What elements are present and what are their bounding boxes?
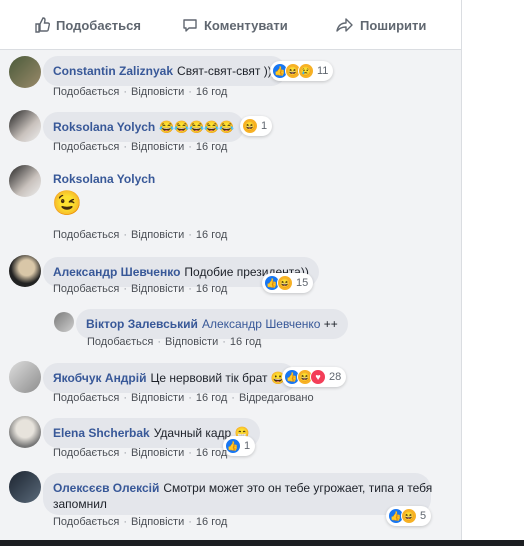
sad-reaction-icon: 😢 (298, 63, 314, 79)
comment-author[interactable]: Roksolana Yolych (53, 172, 155, 186)
reaction-count: 28 (329, 371, 342, 383)
comment-time[interactable]: 16 год (196, 141, 227, 153)
comment-time[interactable]: 16 год (196, 229, 227, 241)
comment-edited-link[interactable]: Відредаговано (239, 392, 314, 404)
reaction-summary[interactable]: 👍 1 (223, 436, 256, 456)
comment-text-line1: Смотри может это он тебе угрожает, типа … (163, 481, 433, 495)
avatar[interactable] (9, 416, 41, 448)
haha-reaction-icon: 😆 (242, 118, 258, 134)
comment-time[interactable]: 16 год (196, 447, 227, 459)
like-reaction-icon: 👍 (225, 438, 241, 454)
comment-bubble: Constantin Zaliznyak Свят-свят-свят ))) (43, 56, 286, 86)
comment-bubble: Roksolana Yolych 😂😂😂😂😂 (43, 112, 244, 142)
comment-like-link[interactable]: Подобається (53, 516, 119, 528)
comment-author[interactable]: Александр Шевченко (53, 265, 180, 279)
thumbs-up-icon (35, 17, 50, 33)
reaction-summary[interactable]: 👍 😆 ♥ 28 (282, 367, 347, 387)
avatar[interactable] (9, 165, 41, 197)
share-button[interactable]: Поширити (336, 14, 426, 36)
comment-bubble: Якобчук Андрій Це нервовий тік брат 😀 (43, 363, 296, 393)
comment-meta: Подобається · Відповісти · 16 год (53, 86, 228, 98)
comment-text: Свят-свят-свят ))) (177, 64, 276, 78)
comment-time[interactable]: 16 год (196, 86, 227, 98)
comment-meta: Подобається · Відповісти · 16 год (53, 141, 228, 153)
comment-reply-link[interactable]: Відповісти (131, 447, 184, 459)
comment-author[interactable]: Якобчук Андрій (53, 371, 146, 385)
reaction-count: 11 (317, 65, 329, 77)
comment-reply-link[interactable]: Відповісти (131, 392, 184, 404)
comment-meta: Подобається · Відповісти · 16 год (53, 447, 228, 459)
comment-text: Це нервовий тік брат (150, 371, 268, 385)
reaction-count: 1 (261, 120, 268, 132)
comment-icon (183, 19, 197, 32)
comment-text-line2: запомнил (53, 497, 107, 511)
comment-reply-link[interactable]: Відповісти (131, 86, 184, 98)
comment-time[interactable]: 16 год (196, 283, 227, 295)
comment-reply-link[interactable]: Відповісти (165, 336, 218, 348)
comment-button[interactable]: Коментувати (182, 14, 288, 36)
reaction-summary[interactable]: 👍 😆 15 (262, 273, 314, 293)
reaction-summary[interactable]: 👍 😆 😢 11 (270, 61, 334, 81)
comment-meta: Подобається · Відповісти · 16 год · Відредагов… (53, 392, 314, 404)
avatar[interactable] (9, 471, 41, 503)
reaction-count: 5 (420, 510, 427, 522)
avatar[interactable] (9, 255, 41, 287)
haha-emoji-icon: 😂😂😂😂😂 (159, 120, 234, 134)
comment-author[interactable]: Roksolana Yolych (53, 120, 155, 134)
comment-like-link[interactable]: Подобається (53, 447, 119, 459)
avatar[interactable] (9, 56, 41, 88)
share-icon (336, 18, 353, 32)
comment-text: ++ (323, 317, 338, 331)
comment-meta: Подобається · Відповісти · 16 год (53, 516, 228, 528)
like-button[interactable]: Подобається (34, 14, 141, 36)
avatar[interactable] (54, 312, 74, 332)
comment-meta: Подобається · Відповісти · 16 год (53, 283, 228, 295)
like-label: Подобається (56, 17, 141, 33)
reaction-summary[interactable]: 👍 😆 5 (386, 506, 432, 526)
haha-reaction-icon: 😆 (401, 508, 417, 524)
comment-like-link[interactable]: Подобається (53, 229, 119, 241)
wink-emoji-icon: 😉 (52, 190, 82, 217)
reaction-count: 15 (296, 277, 309, 289)
love-reaction-icon: ♥ (310, 369, 326, 385)
comment-author[interactable]: Олексєєв Олексій (53, 481, 159, 495)
comment-bubble: Олексєєв Олексій Смотри может это он тебе… (43, 473, 433, 515)
bottom-strip (0, 540, 524, 546)
share-label: Поширити (360, 17, 427, 33)
comment-like-link[interactable]: Подобається (53, 392, 119, 404)
comment-time[interactable]: 16 год (196, 392, 227, 404)
comment-reply-link[interactable]: Відповісти (131, 516, 184, 528)
comment-author[interactable]: Constantin Zaliznyak (53, 64, 173, 78)
comment-label: Коментувати (204, 17, 288, 33)
comment-author[interactable]: Віктор Залевський (86, 317, 198, 331)
haha-reaction-icon: 😆 (277, 275, 293, 291)
comment-time[interactable]: 16 год (230, 336, 261, 348)
comment-meta: Подобається · Відповісти · 16 год (53, 229, 228, 241)
comment-like-link[interactable]: Подобається (53, 86, 119, 98)
comment-bubble: Roksolana Yolych (53, 171, 159, 187)
comment-mention[interactable]: Александр Шевченко (202, 317, 321, 331)
comment-meta: Подобається · Відповісти · 16 год (87, 336, 262, 348)
comment-reply-link[interactable]: Відповісти (131, 141, 184, 153)
avatar[interactable] (9, 110, 41, 142)
avatar[interactable] (9, 361, 41, 393)
right-gutter (461, 0, 524, 546)
comments-panel: Подобається Коментувати Поширити Constan… (0, 0, 461, 546)
comment-time[interactable]: 16 год (196, 516, 227, 528)
post-action-bar: Подобається Коментувати Поширити (0, 0, 461, 50)
reaction-count: 1 (244, 440, 251, 452)
comment-like-link[interactable]: Подобається (87, 336, 153, 348)
comment-like-link[interactable]: Подобається (53, 141, 119, 153)
comment-reply-link[interactable]: Відповісти (131, 283, 184, 295)
comment-text: Удачный кадр (153, 426, 232, 440)
comment-like-link[interactable]: Подобається (53, 283, 119, 295)
reply-bubble: Віктор Залевський Александр Шевченко ++ (76, 309, 348, 339)
comment-reply-link[interactable]: Відповісти (131, 229, 184, 241)
reaction-summary[interactable]: 😆 1 (240, 116, 273, 136)
comment-author[interactable]: Elena Shcherbak (53, 426, 150, 440)
